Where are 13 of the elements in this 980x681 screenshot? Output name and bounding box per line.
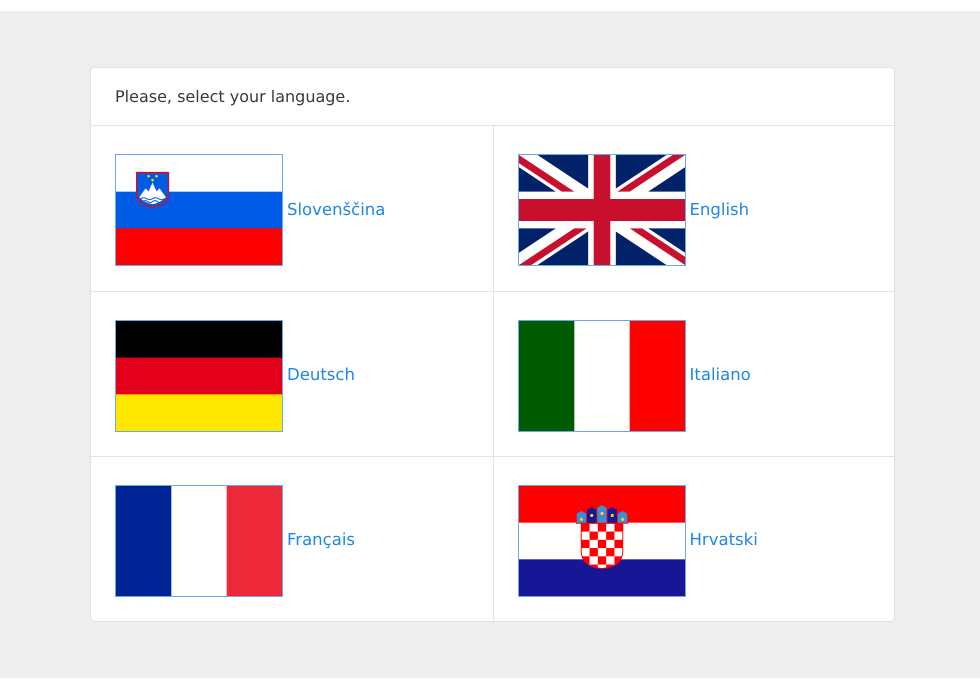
italian-flag-icon — [518, 320, 686, 432]
language-link[interactable]: Français — [115, 484, 356, 596]
language-link[interactable]: English — [518, 154, 750, 266]
german-flag-icon — [115, 320, 283, 432]
language-link[interactable]: Slovenščina — [115, 154, 386, 266]
french-flag-icon — [115, 484, 283, 596]
union-jack-flag-icon — [518, 154, 686, 266]
language-link[interactable]: Deutsch — [115, 320, 355, 432]
language-link[interactable]: Italiano — [518, 320, 751, 432]
slovenian-flag-icon — [115, 154, 283, 266]
language-link[interactable]: Hrvatski — [518, 484, 758, 596]
croatian-flag-icon — [518, 484, 686, 596]
card-title: Please, select your language. — [115, 86, 350, 106]
